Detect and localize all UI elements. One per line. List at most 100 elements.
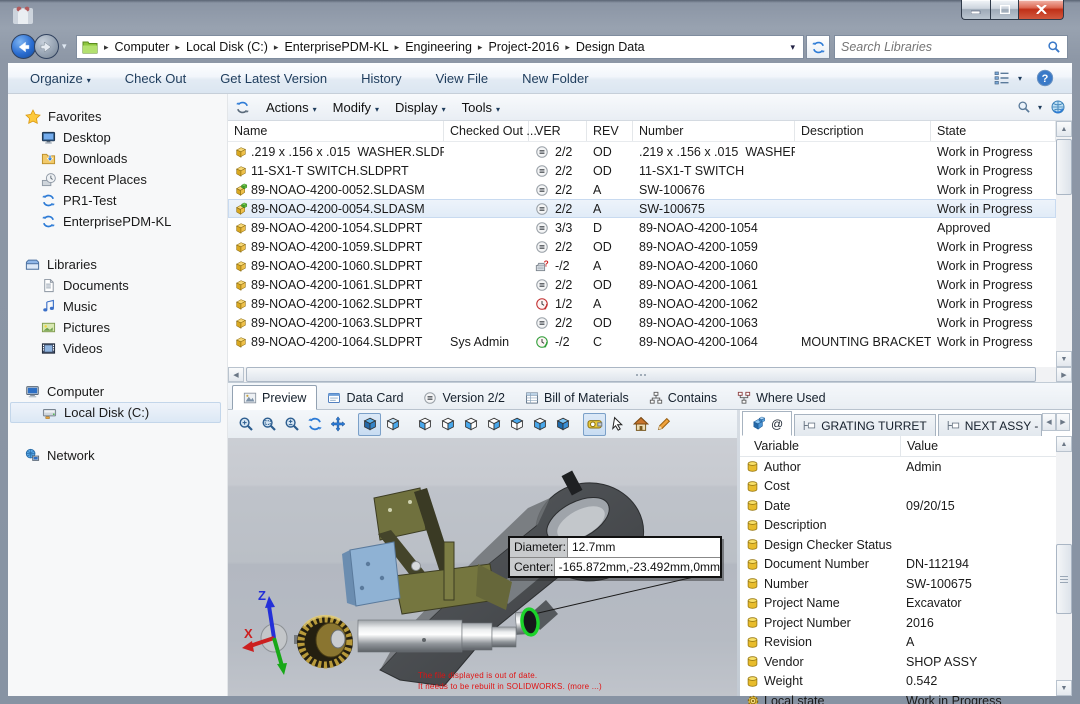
variable-row[interactable]: Local stateWork in Progress <box>740 691 1056 704</box>
home-button[interactable] <box>629 413 652 436</box>
data-tab-card[interactable]: @ <box>742 411 792 436</box>
column-header[interactable]: REV <box>587 121 633 141</box>
scroll-down-icon[interactable]: ▼ <box>1056 680 1072 696</box>
view-front-button[interactable] <box>413 413 436 436</box>
vertical-scrollbar[interactable]: ▲ ▼ <box>1056 121 1072 367</box>
list-search-button[interactable]: ▾ <box>1017 100 1042 114</box>
variable-row[interactable]: Project Number2016 <box>740 613 1056 633</box>
help-button[interactable]: ? <box>1036 69 1054 87</box>
list-column-headers[interactable]: NameChecked Out ...VERREVNumberDescripti… <box>228 121 1056 142</box>
sidebar-item-pictures[interactable]: Pictures <box>8 317 227 338</box>
column-header[interactable]: State <box>931 121 1056 141</box>
scroll-down-icon[interactable]: ▼ <box>1056 351 1072 367</box>
horizontal-scrollbar[interactable]: ◀ ▶ <box>228 367 1072 382</box>
view-back-button[interactable] <box>436 413 459 436</box>
breadcrumb-item[interactable]: Local Disk (C:) <box>186 40 268 54</box>
file-row[interactable]: 89-NOAO-4200-0052.SLDASM2/2ASW-100676Wor… <box>228 180 1056 199</box>
menu-modify[interactable]: Modify▾ <box>333 100 379 115</box>
tab-bill-of-materials[interactable]: Bill of Materials <box>515 385 639 410</box>
preview-viewport[interactable]: Diameter:12.7mm Center:-165.872mm,-23.49… <box>228 438 737 696</box>
command-organize[interactable]: Organize▾ <box>30 71 91 86</box>
command-new-folder[interactable]: New Folder <box>522 71 588 86</box>
file-row[interactable]: 89-NOAO-4200-1059.SLDPRT2/2OD89-NOAO-420… <box>228 237 1056 256</box>
vault-refresh-button[interactable] <box>1050 99 1066 115</box>
file-row[interactable]: 89-NOAO-4200-1061.SLDPRT2/2OD89-NOAO-420… <box>228 275 1056 294</box>
variable-row[interactable]: AuthorAdmin <box>740 457 1056 477</box>
variable-row[interactable]: Cost <box>740 477 1056 497</box>
refresh-button[interactable] <box>806 35 830 59</box>
column-header[interactable]: Name <box>228 121 444 141</box>
command-get-latest-version[interactable]: Get Latest Version <box>220 71 327 86</box>
breadcrumb-item[interactable]: Engineering <box>405 40 472 54</box>
column-header[interactable]: Checked Out ... <box>444 121 529 141</box>
zoom-area-button[interactable] <box>257 413 280 436</box>
scrollbar-thumb[interactable] <box>1056 544 1072 614</box>
sidebar-section-favorites[interactable]: Favorites <box>8 106 227 127</box>
tab-version-2-2[interactable]: Version 2/2 <box>413 385 515 410</box>
file-row[interactable]: 89-NOAO-4200-1062.SLDPRT1/2A89-NOAO-4200… <box>228 294 1056 313</box>
view-left-button[interactable] <box>459 413 482 436</box>
variable-row[interactable]: Design Checker Status <box>740 535 1056 555</box>
maximize-button[interactable] <box>990 0 1018 20</box>
variable-row[interactable]: Document NumberDN-112194 <box>740 555 1056 575</box>
command-history[interactable]: History <box>361 71 401 86</box>
breadcrumb-item[interactable]: EnterprisePDM-KL <box>284 40 388 54</box>
breadcrumb[interactable]: ▸Computer▸Local Disk (C:)▸EnterprisePDM-… <box>76 35 804 59</box>
view-right-button[interactable] <box>482 413 505 436</box>
sidebar-item-videos[interactable]: Videos <box>8 338 227 359</box>
search-icon[interactable] <box>1041 40 1067 54</box>
scroll-left-icon[interactable]: ◀ <box>228 367 244 382</box>
sidebar-item-downloads[interactable]: Downloads <box>8 148 227 169</box>
zoom-inout-button[interactable] <box>280 413 303 436</box>
change-view-button[interactable]: ▾ <box>994 71 1022 85</box>
close-button[interactable] <box>1018 0 1064 20</box>
search-box[interactable] <box>834 35 1068 59</box>
breadcrumb-item[interactable]: Computer <box>115 40 170 54</box>
file-row[interactable]: 89-NOAO-4200-1064.SLDPRTSys Admin-/2C89-… <box>228 332 1056 351</box>
rotate-button[interactable] <box>303 413 326 436</box>
variable-row[interactable]: Weight0.542 <box>740 672 1056 692</box>
sidebar-section-network[interactable]: Network <box>8 445 227 466</box>
nav-dropdown-icon[interactable]: ▾ <box>62 41 67 52</box>
markup-button[interactable] <box>652 413 675 436</box>
pan-button[interactable] <box>326 413 349 436</box>
breadcrumb-item[interactable]: Design Data <box>576 40 645 54</box>
breadcrumb-item[interactable]: Project-2016 <box>488 40 559 54</box>
zoom-fit-button[interactable] <box>234 413 257 436</box>
menu-actions[interactable]: Actions▾ <box>266 100 317 115</box>
variable-row[interactable]: Description <box>740 516 1056 536</box>
title-bar[interactable] <box>0 0 1080 31</box>
select-button[interactable] <box>606 413 629 436</box>
tab-data-card[interactable]: Data Card <box>317 385 413 410</box>
tab-scroll-left-icon[interactable]: ◀ <box>1042 413 1056 431</box>
panel-scrollbar[interactable]: ▲ ▼ <box>1056 436 1072 696</box>
scrollbar-thumb[interactable] <box>246 367 1036 382</box>
tab-contains[interactable]: Contains <box>639 385 727 410</box>
view-bottom-button[interactable] <box>528 413 551 436</box>
tab-preview[interactable]: Preview <box>232 385 317 410</box>
search-input[interactable] <box>835 40 1041 54</box>
sidebar-item-documents[interactable]: Documents <box>8 275 227 296</box>
sidebar-section-libraries[interactable]: Libraries <box>8 254 227 275</box>
scroll-right-icon[interactable]: ▶ <box>1056 367 1072 382</box>
command-view-file[interactable]: View File <box>436 71 489 86</box>
command-check-out[interactable]: Check Out <box>125 71 186 86</box>
variable-row[interactable]: Project NameExcavator <box>740 594 1056 614</box>
view-iso-button[interactable] <box>551 413 574 436</box>
sidebar-item-music[interactable]: Music <box>8 296 227 317</box>
sidebar-item-recent-places[interactable]: Recent Places <box>8 169 227 190</box>
scrollbar-thumb[interactable] <box>1056 139 1072 195</box>
file-row[interactable]: 89-NOAO-4200-1060.SLDPRT?-/2A89-NOAO-420… <box>228 256 1056 275</box>
file-row[interactable]: 89-NOAO-4200-1054.SLDPRT3/3D89-NOAO-4200… <box>228 218 1056 237</box>
scroll-up-icon[interactable]: ▲ <box>1056 436 1072 452</box>
variable-row[interactable]: NumberSW-100675 <box>740 574 1056 594</box>
menu-tools[interactable]: Tools▾ <box>462 100 500 115</box>
column-header[interactable]: Description <box>795 121 931 141</box>
back-button[interactable] <box>11 34 36 59</box>
data-tab-grating-turret[interactable]: GRATING TURRET <box>794 414 936 436</box>
menu-display[interactable]: Display▾ <box>395 100 446 115</box>
measure-button[interactable] <box>583 413 606 436</box>
file-row[interactable]: 89-NOAO-4200-0054.SLDASM2/2ASW-100675Wor… <box>228 199 1056 218</box>
column-header[interactable]: Number <box>633 121 795 141</box>
file-row[interactable]: .219 x .156 x .015 WASHER.SLDPRT2/2OD.21… <box>228 142 1056 161</box>
